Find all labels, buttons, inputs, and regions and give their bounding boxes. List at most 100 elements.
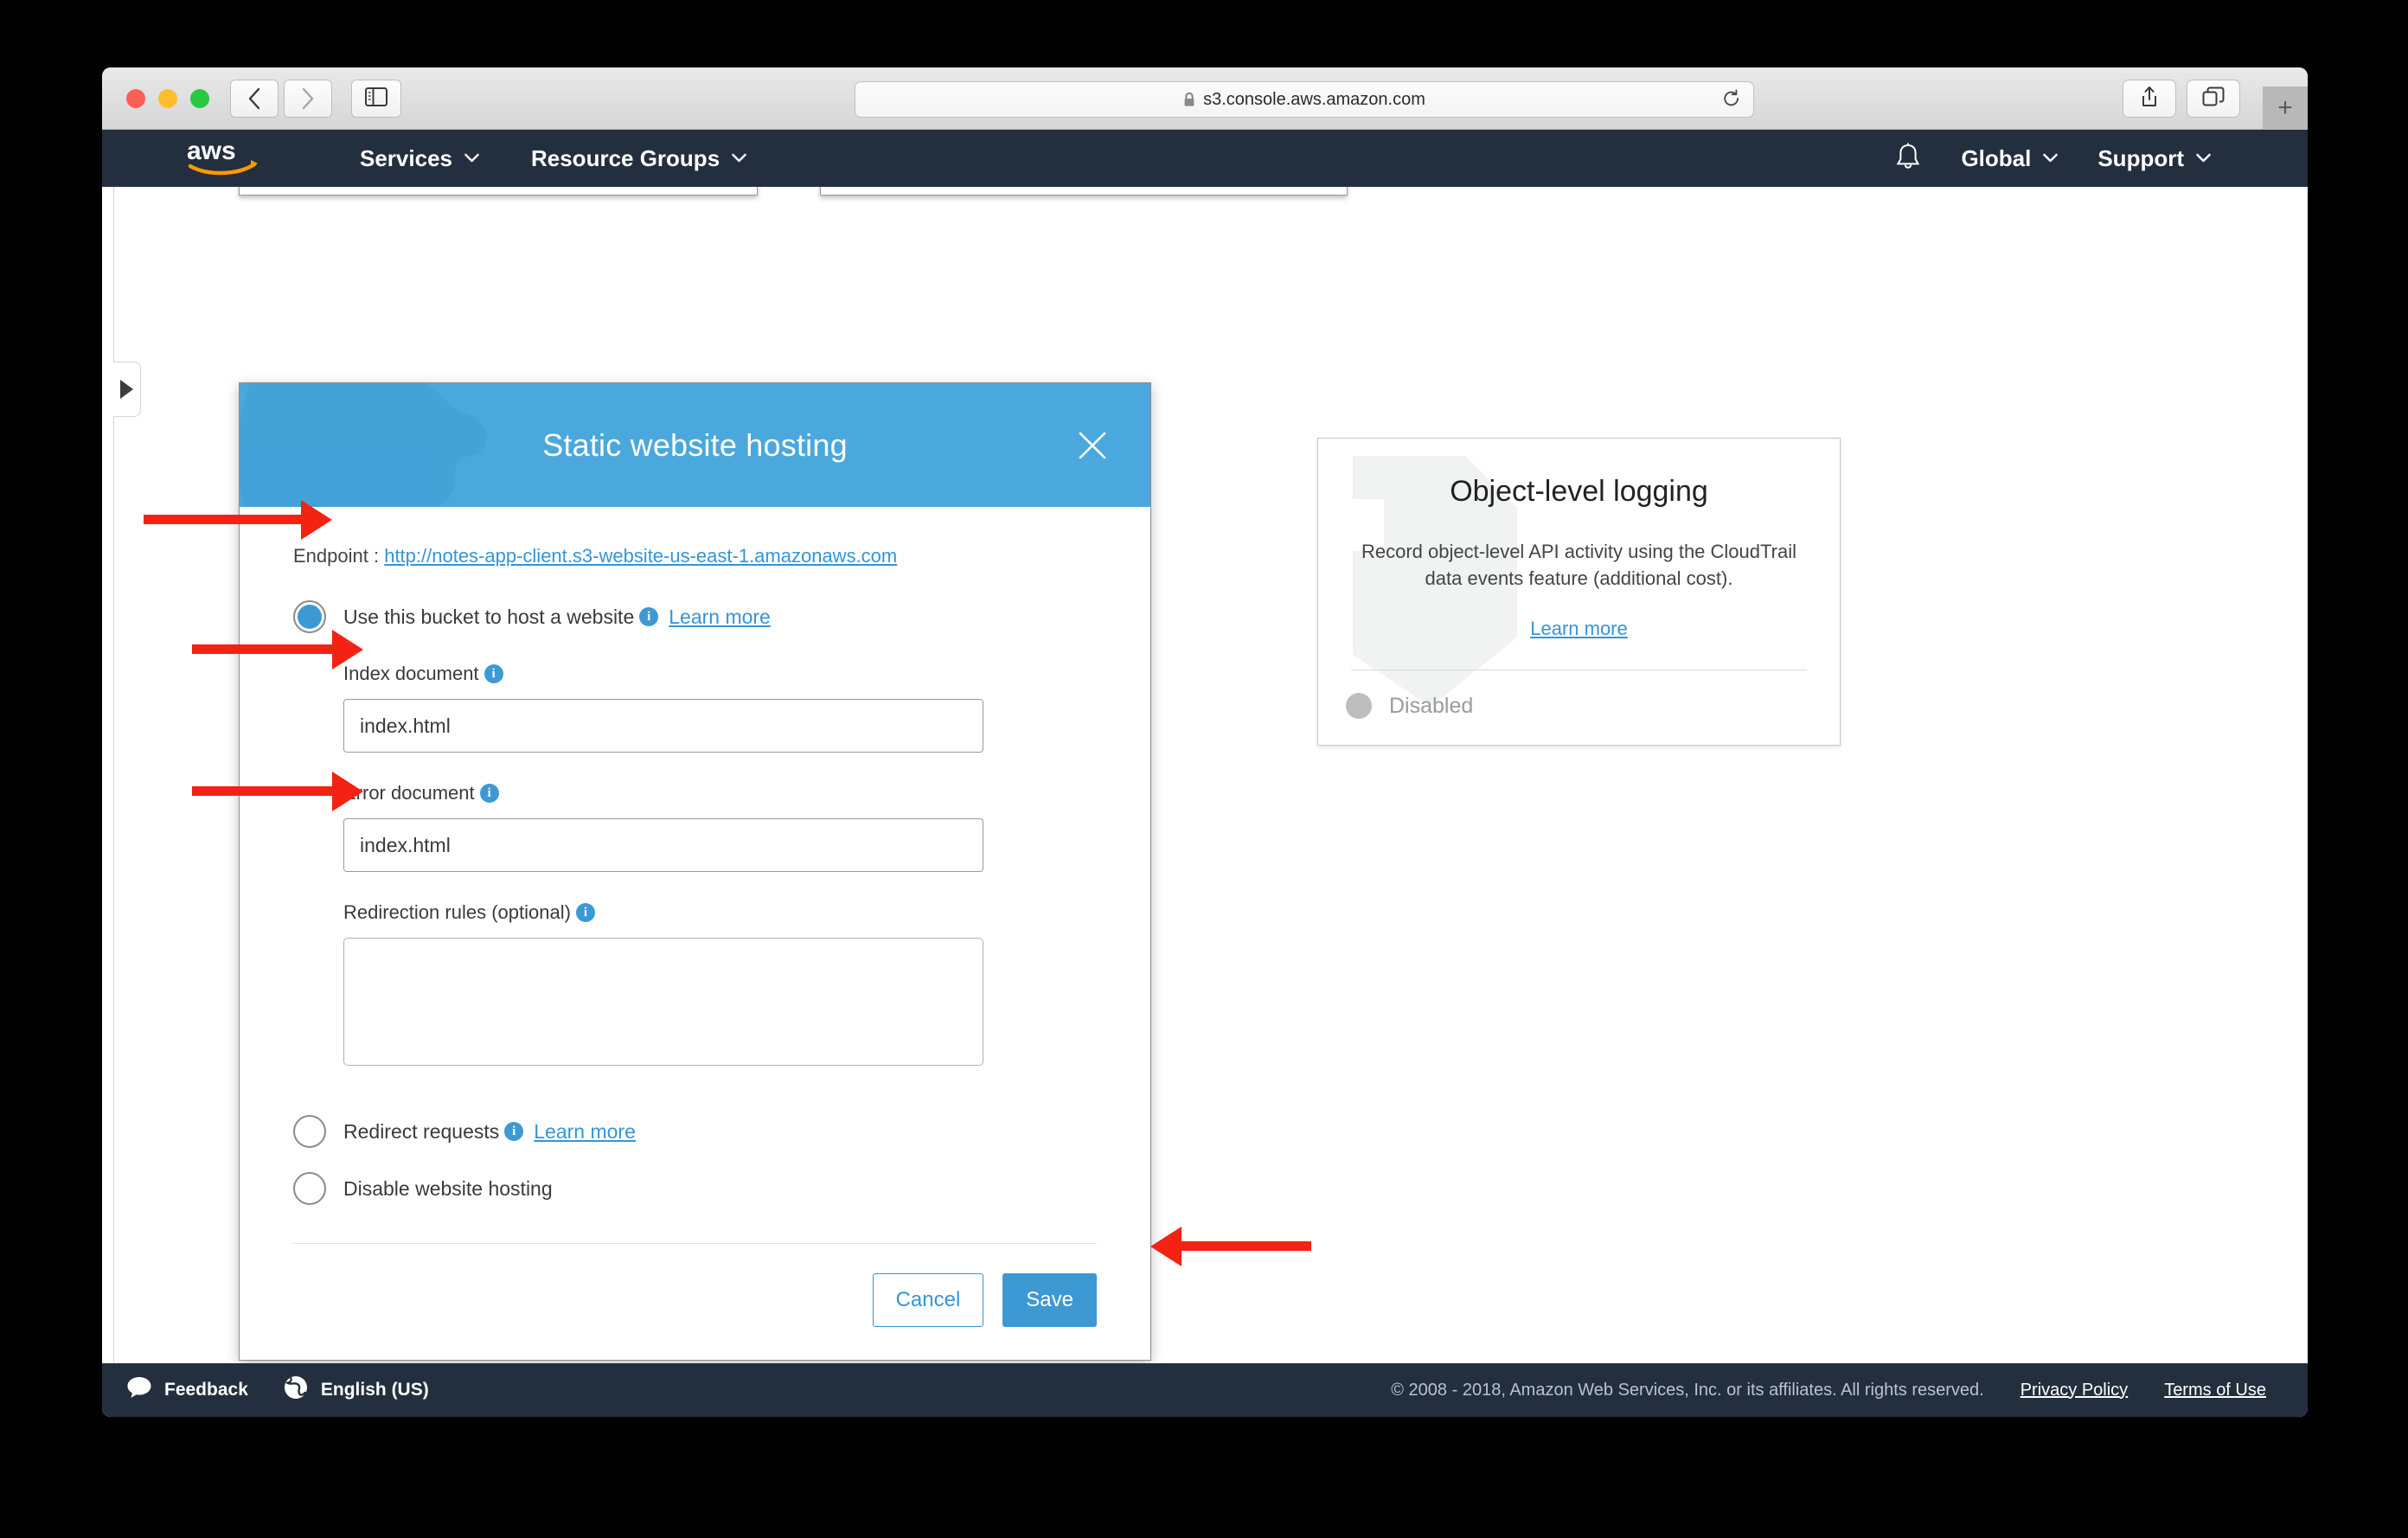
option-host-website-label-group: Use this bucket to host a website i Lear…	[343, 606, 771, 629]
option-disable-hosting-label: Disable website hosting	[343, 1176, 553, 1200]
arrow-to-host-website-radio	[144, 500, 334, 540]
nav-right-group: Global Support	[1895, 142, 2211, 176]
footer-right-group: © 2008 - 2018, Amazon Web Services, Inc.…	[1391, 1381, 2266, 1400]
address-bar[interactable]: s3.console.aws.amazon.com	[855, 81, 1754, 118]
panel-title: Static website hosting	[542, 426, 848, 463]
object-level-logging-title: Object-level logging	[1450, 475, 1708, 508]
background-card-right	[820, 187, 1348, 195]
index-document-label-row: Index document i	[343, 663, 1097, 685]
panel-body: Endpoint : http://notes-app-client.s3-we…	[240, 507, 1150, 1244]
status-badge: Disabled	[1389, 693, 1474, 718]
browser-window: s3.console.aws.amazon.com + aws Services…	[102, 67, 2308, 1417]
option-disable-hosting-label-group: Disable website hosting	[343, 1177, 553, 1201]
nav-region-menu[interactable]: Global	[1961, 144, 2059, 172]
index-document-block: Index document i	[343, 663, 1097, 753]
window-traffic-lights	[126, 89, 209, 108]
language-label: English (US)	[320, 1380, 429, 1400]
arrow-to-index-document-input	[192, 630, 365, 670]
radio-redirect-requests[interactable]	[293, 1115, 326, 1148]
chevron-right-icon	[120, 380, 133, 399]
copyright-text: © 2008 - 2018, Amazon Web Services, Inc.…	[1391, 1380, 1984, 1400]
learn-more-link-redirect-requests[interactable]: Learn more	[534, 1120, 636, 1144]
option-disable-hosting[interactable]: Disable website hosting	[293, 1172, 1097, 1205]
left-rail-divider	[102, 187, 114, 1417]
redirection-rules-textarea[interactable]	[343, 938, 983, 1066]
learn-more-link-host-website[interactable]: Learn more	[669, 606, 771, 629]
error-document-label-row: Error document i	[343, 782, 1097, 804]
toolbar-right-buttons	[2123, 80, 2240, 118]
redirection-rules-label: Redirection rules (optional)	[343, 901, 571, 923]
status-dot-icon	[1346, 693, 1372, 720]
error-document-block: Error document i	[343, 782, 1097, 872]
info-icon[interactable]: i	[479, 784, 499, 803]
index-document-input[interactable]	[343, 699, 983, 753]
aws-top-navigation: aws Services Resource Groups Global Supp…	[102, 130, 2308, 187]
sidebar-toggle-button[interactable]	[351, 80, 401, 118]
globe-icon	[283, 1375, 309, 1406]
footer-left-group: Feedback English (US)	[126, 1375, 429, 1406]
new-tab-button[interactable]: +	[2263, 87, 2308, 130]
panel-header: Static website hosting	[240, 383, 1150, 507]
nav-buttons	[230, 80, 332, 118]
privacy-policy-link[interactable]: Privacy Policy	[2021, 1381, 2128, 1400]
feedback-button[interactable]: Feedback	[126, 1375, 248, 1405]
terms-of-use-link[interactable]: Terms of Use	[2164, 1381, 2266, 1400]
share-icon	[2140, 86, 2159, 112]
option-redirect-requests[interactable]: Redirect requests i Learn more	[293, 1115, 1097, 1148]
sidebar-expand-button[interactable]	[113, 362, 141, 417]
aws-logo[interactable]: aws	[185, 137, 263, 181]
radio-host-website[interactable]	[293, 600, 326, 633]
nav-resource-groups-menu[interactable]: Resource Groups	[531, 145, 746, 172]
option-redirect-requests-label: Redirect requests	[343, 1119, 500, 1143]
share-button[interactable]	[2123, 80, 2176, 118]
bell-icon[interactable]	[1895, 142, 1921, 176]
show-all-tabs-button[interactable]	[2187, 80, 2240, 118]
object-level-logging-card: Object-level logging Record object-level…	[1317, 438, 1841, 747]
chevron-right-icon	[301, 87, 315, 110]
chevron-down-icon	[2196, 150, 2211, 167]
aws-footer: Feedback English (US) © 2008 - 2018, Ama…	[102, 1363, 2308, 1417]
option-host-website[interactable]: Use this bucket to host a website i Lear…	[293, 600, 1097, 633]
option-host-website-label: Use this bucket to host a website	[343, 605, 635, 628]
panel-footer: Cancel Save	[240, 1244, 1150, 1360]
redirection-rules-block: Redirection rules (optional) i	[343, 901, 1097, 1070]
object-level-logging-status-row: Disabled	[1318, 670, 1840, 745]
language-selector[interactable]: English (US)	[283, 1375, 429, 1406]
save-button[interactable]: Save	[1002, 1273, 1097, 1327]
static-website-hosting-panel: Static website hosting Endpoint : http:/…	[239, 382, 1151, 1361]
nav-services-label: Services	[360, 144, 452, 171]
back-button[interactable]	[230, 80, 279, 118]
nav-support-menu[interactable]: Support	[2097, 145, 2211, 172]
nav-services-menu[interactable]: Services	[360, 145, 479, 172]
arrow-to-save-button	[1150, 1227, 1315, 1266]
svg-text:aws: aws	[187, 137, 236, 165]
radio-disable-hosting[interactable]	[293, 1172, 326, 1205]
endpoint-label: Endpoint :	[293, 545, 380, 567]
close-window-button[interactable]	[126, 89, 145, 108]
info-icon[interactable]: i	[575, 903, 595, 922]
address-bar-text: s3.console.aws.amazon.com	[1203, 89, 1425, 109]
object-level-logging-learn-more-link[interactable]: Learn more	[1351, 618, 1807, 640]
globe-illustration	[240, 383, 568, 507]
chevron-down-icon	[732, 150, 746, 167]
endpoint-row: Endpoint : http://notes-app-client.s3-we…	[293, 545, 1097, 567]
info-icon[interactable]: i	[639, 607, 659, 626]
close-icon[interactable]	[1073, 426, 1112, 465]
chevron-left-icon	[247, 87, 261, 110]
endpoint-link[interactable]: http://notes-app-client.s3-website-us-ea…	[384, 545, 897, 567]
nav-support-label: Support	[2097, 144, 2184, 171]
show-all-tabs-icon	[2202, 87, 2225, 112]
cancel-button[interactable]: Cancel	[872, 1273, 984, 1327]
minimize-window-button[interactable]	[158, 89, 177, 108]
reload-icon[interactable]	[1722, 89, 1741, 110]
object-level-logging-description: Record object-level API activity using t…	[1361, 541, 1796, 590]
maximize-window-button[interactable]	[190, 89, 209, 108]
info-icon[interactable]: i	[484, 664, 503, 683]
lock-icon	[1183, 92, 1195, 107]
info-icon[interactable]: i	[504, 1122, 524, 1141]
nav-region-label: Global	[1961, 144, 2032, 171]
error-document-input[interactable]	[343, 818, 983, 872]
speech-bubble-icon	[126, 1375, 152, 1405]
forward-button[interactable]	[284, 80, 332, 118]
chevron-down-icon	[2043, 150, 2059, 167]
